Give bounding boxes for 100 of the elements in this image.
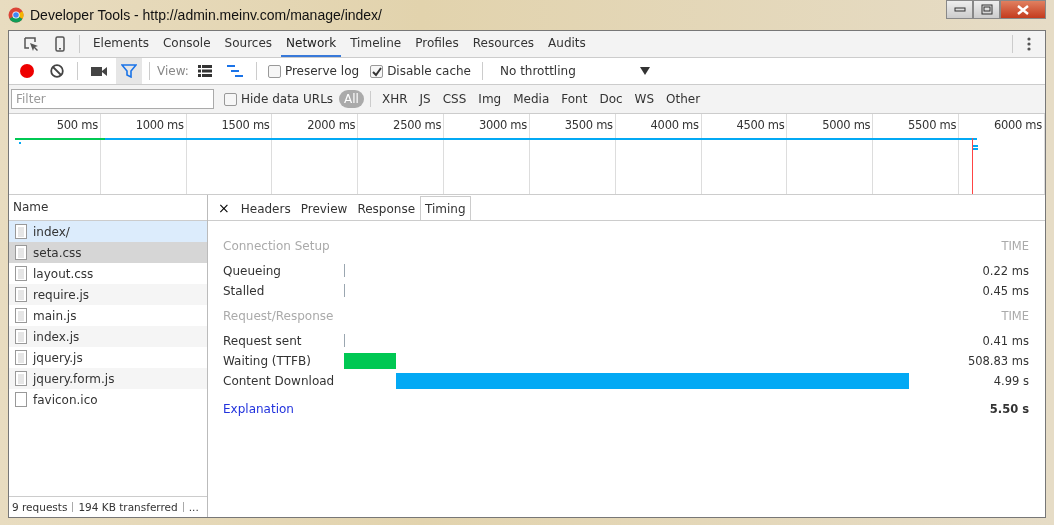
type-filter[interactable]: JS <box>414 90 436 108</box>
detail-tab[interactable]: Headers <box>235 196 296 220</box>
time-tick-label: 2500 ms <box>393 118 442 132</box>
view-label: View: <box>157 64 189 78</box>
request-name: index.js <box>33 329 80 344</box>
panel-tab[interactable]: Elements <box>88 31 154 57</box>
section-title: Request/Response <box>223 309 335 323</box>
type-filter[interactable]: CSS <box>437 90 472 108</box>
filter-icon[interactable] <box>116 58 142 84</box>
browser-logo-icon <box>8 7 24 23</box>
time-tick-label: 3000 ms <box>478 118 527 132</box>
blank-file-icon <box>15 392 27 407</box>
section-title: Connection Setup <box>223 239 331 253</box>
type-filter[interactable]: Img <box>473 90 507 108</box>
maximize-button[interactable] <box>973 0 1000 19</box>
document-icon <box>15 224 27 239</box>
list-view-icon[interactable] <box>197 65 212 77</box>
disable-cache-checkbox[interactable] <box>370 64 384 78</box>
detail-tab[interactable]: Preview <box>295 196 353 220</box>
phase-label: Queueing <box>223 264 282 278</box>
request-row[interactable]: require.js <box>9 284 207 305</box>
type-filter[interactable]: Doc <box>594 90 628 108</box>
phase-label: Content Download <box>223 374 336 388</box>
type-filter[interactable]: Media <box>508 90 555 108</box>
window-title: Developer Tools - http://admin.meinv.com/manage/index/ <box>30 7 382 23</box>
time-tick-label: 4500 ms <box>736 118 785 132</box>
time-tick-label: 6000 ms <box>993 118 1042 132</box>
time-tick-label: 5500 ms <box>908 118 957 132</box>
time-tick-label: 2000 ms <box>307 118 356 132</box>
type-filter[interactable]: XHR <box>376 90 413 108</box>
request-row[interactable]: jquery.js <box>9 347 207 368</box>
request-row[interactable]: index/ <box>9 221 207 242</box>
request-name: index/ <box>33 224 70 239</box>
detail-tab[interactable]: Response <box>352 196 421 220</box>
minimize-button[interactable] <box>946 0 973 19</box>
document-icon <box>15 350 27 365</box>
request-name: main.js <box>33 308 77 323</box>
request-row[interactable]: favicon.ico <box>9 389 207 410</box>
type-filter[interactable]: Font <box>556 90 593 108</box>
phase-label: Waiting (TTFB) <box>223 354 312 368</box>
preserve-log-checkbox[interactable] <box>267 64 281 78</box>
phase-time: 508.83 ms <box>966 354 1029 368</box>
document-icon <box>15 266 27 281</box>
type-filter[interactable]: WS <box>629 90 660 108</box>
close-button[interactable] <box>1000 0 1046 19</box>
close-button[interactable]: × <box>212 196 236 220</box>
request-row[interactable]: main.js <box>9 305 207 326</box>
phone-icon[interactable] <box>55 36 65 52</box>
maximize-icon <box>980 4 993 15</box>
status-text: 9 requests <box>12 501 68 513</box>
time-tick-label: 5000 ms <box>822 118 871 132</box>
total-time: 5.50 s <box>988 402 1029 416</box>
preserve-log-label: Preserve log <box>284 64 360 78</box>
timing-bar <box>344 353 396 369</box>
document-icon <box>15 245 27 260</box>
status-text: ... <box>188 501 199 513</box>
phase-time: 0.41 ms <box>981 334 1029 348</box>
inspect-icon[interactable] <box>23 36 39 52</box>
panel-tab[interactable]: Profiles <box>410 31 464 57</box>
status-text: 194 KB transferred <box>78 501 178 513</box>
document-icon <box>15 329 27 344</box>
panel-tab[interactable]: Network <box>281 31 342 57</box>
panel-tab[interactable]: Sources <box>219 31 278 57</box>
phase-time: 0.45 ms <box>981 284 1029 298</box>
explanation-link[interactable]: Explanation <box>223 402 344 416</box>
time-tick-label: 1000 ms <box>135 118 184 132</box>
minimize-icon <box>953 6 966 13</box>
panel-tab[interactable]: Timeline <box>345 31 407 57</box>
request-row[interactable]: seta.css <box>9 242 207 263</box>
time-column-header: TIME <box>1000 309 1029 323</box>
detail-tab[interactable]: Timing <box>420 196 471 220</box>
record-button-icon[interactable] <box>19 63 35 79</box>
type-filter[interactable]: Other <box>661 90 706 108</box>
time-tick-label: 1500 ms <box>221 118 270 132</box>
filter-field[interactable]: Filter <box>11 89 214 109</box>
close-icon <box>1017 4 1029 15</box>
clear-icon[interactable] <box>50 64 64 78</box>
caret-icon <box>639 67 650 75</box>
load-event-marker <box>972 138 973 194</box>
request-name: layout.css <box>33 266 94 281</box>
panel-tab[interactable]: Console <box>157 31 216 57</box>
hide-data-urls-label: Hide data URLs <box>241 92 334 106</box>
phase-time: 4.99 s <box>992 374 1029 388</box>
request-row[interactable]: layout.css <box>9 263 207 284</box>
request-name: favicon.ico <box>33 392 98 407</box>
camera-icon[interactable] <box>91 65 107 77</box>
waterfall-view-icon[interactable] <box>226 65 243 77</box>
time-tick-label: 3500 ms <box>564 118 613 132</box>
request-name: jquery.form.js <box>33 371 115 386</box>
more-menu-icon[interactable] <box>1027 37 1031 51</box>
phase-label: Stalled <box>223 284 266 298</box>
request-name: seta.css <box>33 245 82 260</box>
request-row[interactable]: index.js <box>9 326 207 347</box>
throttling-dropdown[interactable]: No throttling <box>490 64 660 78</box>
phase-label: Request sent <box>223 334 303 348</box>
hide-data-urls-checkbox[interactable] <box>224 92 237 106</box>
request-row[interactable]: jquery.form.js <box>9 368 207 389</box>
panel-tab[interactable]: Resources <box>467 31 540 57</box>
time-tick-label: 4000 ms <box>650 118 699 132</box>
panel-tab[interactable]: Audits <box>543 31 591 57</box>
